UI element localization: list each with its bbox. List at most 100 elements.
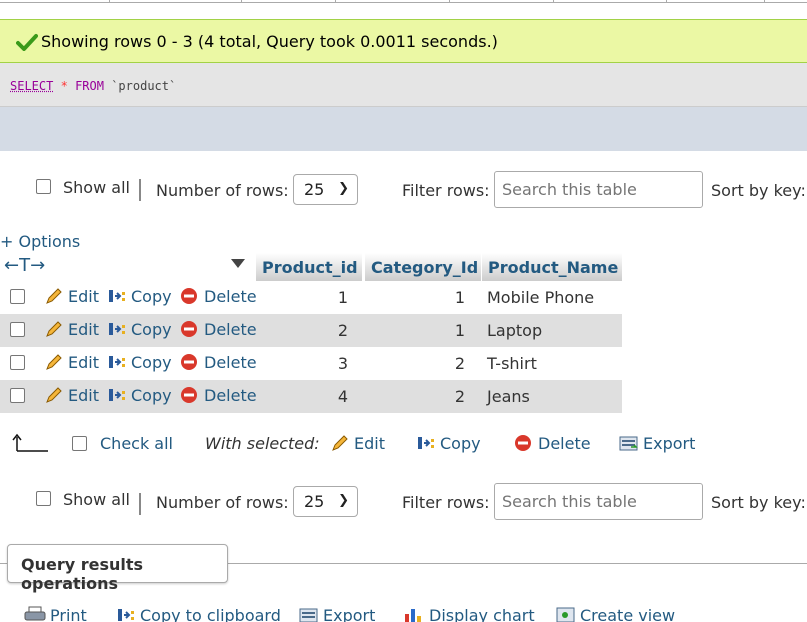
query-operations-links: Print Copy to clipboard Export Display c… (0, 604, 807, 622)
cell-product-id: 3 (337, 354, 348, 373)
print-label: Print (50, 606, 87, 622)
column-header-category-id[interactable]: Category_Id (365, 253, 481, 281)
column-resize-arrows-icon[interactable]: ←T→ (4, 255, 45, 276)
row-edit-link[interactable]: Edit (44, 353, 99, 372)
row-delete-link[interactable]: Delete (180, 320, 257, 339)
show-all-label[interactable]: Show all (63, 178, 130, 197)
row-edit-link[interactable]: Edit (44, 320, 99, 339)
copy-to-clipboard-link[interactable]: Copy to clipboard (116, 606, 281, 622)
pencil-icon (46, 288, 62, 304)
row-edit-link[interactable]: Edit (44, 386, 99, 405)
rows-select-value: 25 (304, 180, 325, 199)
rows-select-bottom[interactable]: 25 ❯ (293, 486, 358, 517)
sql-tools-bar (0, 107, 807, 151)
table-row: Edit Copy Delete 4 2 Jeans (0, 380, 622, 413)
edit-label: Edit (68, 353, 99, 372)
success-message-text: Showing rows 0 - 3 (4 total, Query took … (41, 32, 498, 51)
query-results-operations-title: Query results operations (21, 555, 144, 593)
filter-search-box-bottom[interactable] (494, 483, 703, 520)
create-view-label: Create view (580, 606, 676, 622)
edit-label: Edit (68, 287, 99, 306)
copy-label: Copy (131, 353, 172, 372)
rows-label: Number of rows: (156, 181, 289, 200)
bulk-delete-button[interactable]: Delete (514, 434, 591, 453)
column-header-product-id[interactable]: Product_id (256, 253, 362, 281)
filter-search-box[interactable] (494, 171, 703, 208)
bulk-export-button[interactable]: Export (619, 434, 695, 453)
pencil-icon (332, 435, 348, 451)
create-view-link[interactable]: Create view (556, 606, 675, 622)
display-chart-label: Display chart (429, 606, 535, 622)
row-copy-link[interactable]: Copy (107, 320, 172, 339)
row-copy-link[interactable]: Copy (107, 386, 172, 405)
sort-by-key-label: Sort by key: (711, 181, 806, 200)
bulk-copy-label: Copy (440, 434, 481, 453)
row-copy-link[interactable]: Copy (107, 287, 172, 306)
print-link[interactable]: Print (24, 606, 87, 622)
pencil-icon (46, 354, 62, 370)
bar-chart-icon (405, 609, 421, 622)
row-checkbox[interactable] (10, 388, 25, 403)
row-checkbox[interactable] (10, 355, 25, 370)
delete-icon (181, 321, 197, 337)
row-edit-link[interactable]: Edit (44, 287, 99, 306)
row-delete-link[interactable]: Delete (180, 287, 257, 306)
check-all-label[interactable]: Check all (100, 434, 173, 453)
delete-label: Delete (204, 287, 257, 306)
arrow-up-left-icon (12, 433, 48, 452)
copy-icon (109, 389, 125, 401)
export-icon (299, 608, 318, 622)
cell-category-id: 2 (454, 387, 465, 406)
show-all-checkbox-bottom[interactable] (36, 491, 51, 506)
with-selected-bar: Check all With selected: Edit Copy Delet… (0, 425, 807, 465)
table-row: Edit Copy Delete 2 1 Laptop (0, 314, 622, 347)
export-link[interactable]: Export (299, 606, 375, 622)
bulk-export-label: Export (643, 434, 696, 453)
copy-icon (118, 609, 134, 621)
sql-query-box: SELECT * FROM `product` (0, 63, 807, 107)
bulk-delete-label: Delete (538, 434, 591, 453)
cell-product-id: 1 (337, 288, 348, 307)
cell-category-id: 2 (454, 354, 465, 373)
sql-select-keyword[interactable]: SELECT (10, 79, 53, 93)
copy-label: Copy (131, 386, 172, 405)
show-all-checkbox[interactable] (36, 179, 51, 194)
sql-query-text: SELECT * FROM `product` (10, 79, 176, 93)
filter-search-input[interactable] (495, 172, 702, 207)
sql-from-keyword: FROM (75, 79, 104, 93)
row-checkbox[interactable] (10, 322, 25, 337)
row-delete-link[interactable]: Delete (180, 386, 257, 405)
sort-dropdown-triangle-icon[interactable] (231, 259, 245, 268)
success-message-bar: Showing rows 0 - 3 (4 total, Query took … (0, 19, 807, 63)
bulk-copy-button[interactable]: Copy (416, 434, 481, 453)
cell-product-name: Laptop (487, 321, 543, 340)
view-icon (556, 607, 575, 622)
copy-icon (109, 323, 125, 335)
row-delete-link[interactable]: Delete (180, 353, 257, 372)
column-header-product-name[interactable]: Product_Name (482, 253, 622, 281)
bulk-edit-button[interactable]: Edit (330, 434, 385, 453)
display-chart-link[interactable]: Display chart (403, 606, 535, 622)
sort-by-key-label-bottom: Sort by key: (711, 493, 806, 512)
cell-product-id: 2 (337, 321, 348, 340)
filter-label: Filter rows: (402, 181, 490, 200)
copy-label: Copy (131, 320, 172, 339)
rows-select[interactable]: 25 ❯ (293, 174, 358, 205)
filter-label-bottom: Filter rows: (402, 493, 490, 512)
check-all-checkbox[interactable] (72, 436, 87, 451)
cell-product-name: T-shirt (487, 354, 537, 373)
table-header: ←T→ Product_id Category_Id Product_Name (0, 253, 622, 281)
rows-select-value-bottom: 25 (304, 492, 325, 511)
row-checkbox[interactable] (10, 289, 25, 304)
with-selected-label: With selected: (205, 434, 320, 453)
pencil-icon (46, 321, 62, 337)
query-results-operations-legend: Query results operations (7, 544, 228, 593)
row-copy-link[interactable]: Copy (107, 353, 172, 372)
nav-separator (139, 493, 141, 515)
delete-label: Delete (204, 320, 257, 339)
show-all-label-bottom[interactable]: Show all (63, 490, 130, 509)
cell-product-name: Mobile Phone (487, 288, 595, 307)
delete-label: Delete (204, 353, 257, 372)
options-link[interactable]: + Options (0, 232, 80, 251)
filter-search-input-bottom[interactable] (495, 484, 702, 519)
